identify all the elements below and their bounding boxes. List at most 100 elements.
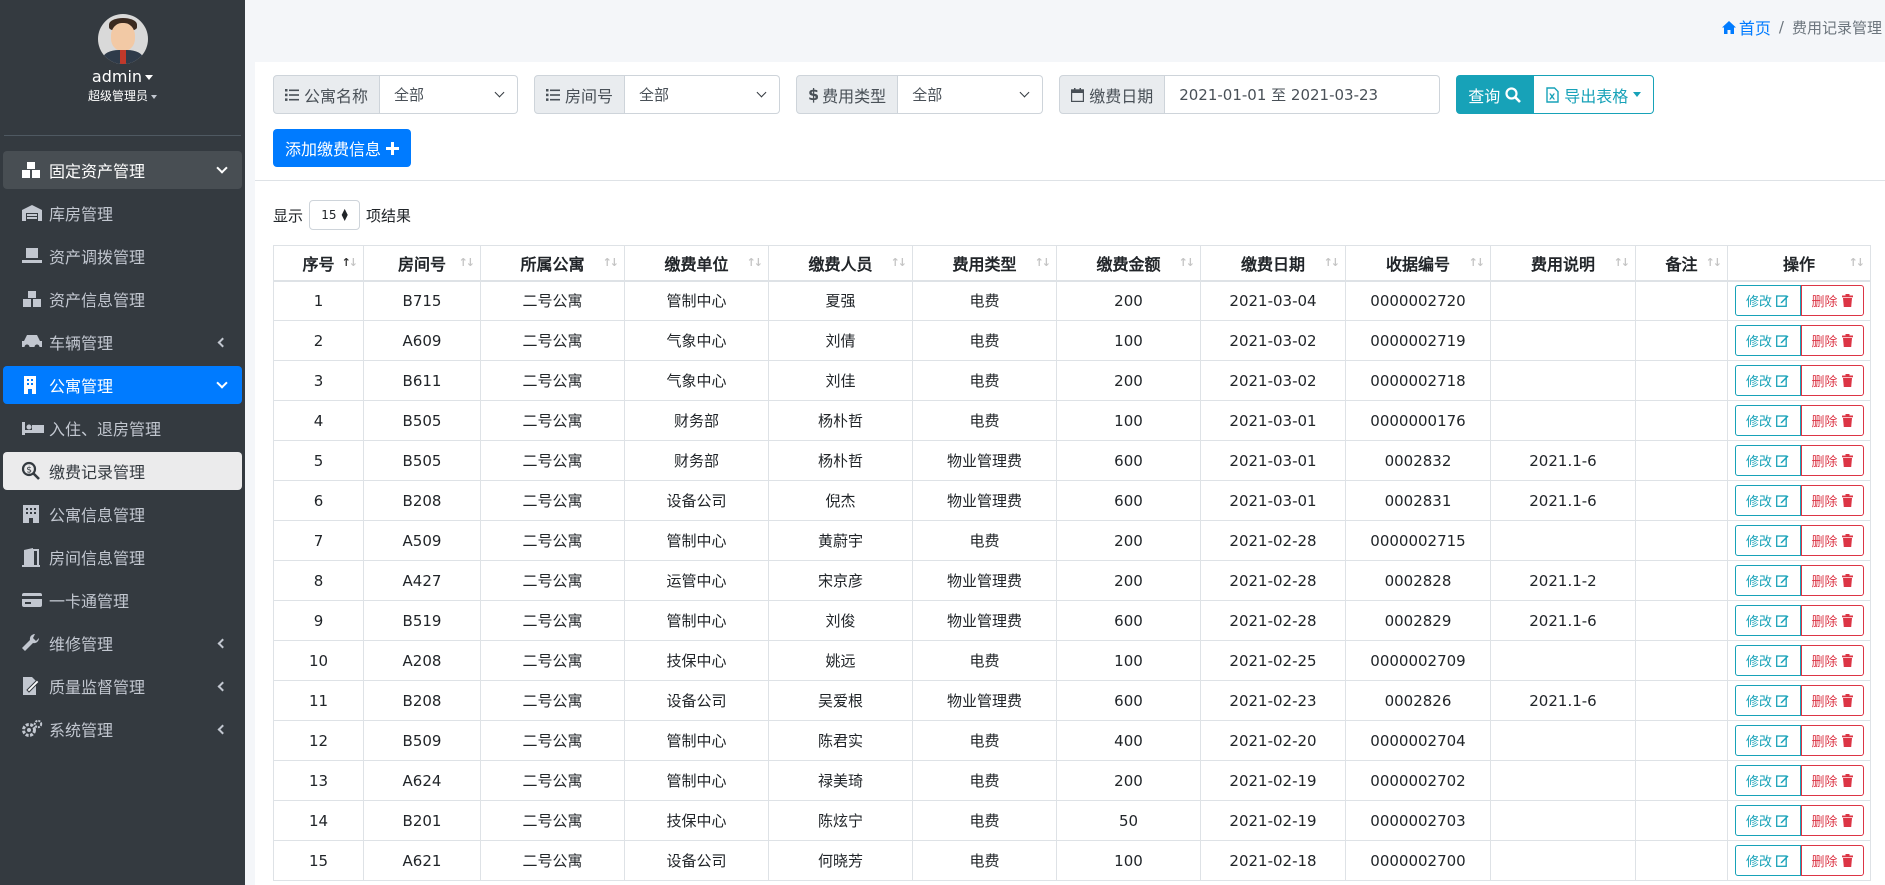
breadcrumb-home-link[interactable]: 首页 [1721,15,1771,39]
delete-button[interactable]: 删除 [1800,485,1864,516]
table-cell: 物业管理费 [912,560,1057,601]
sidebar-item-vehicles[interactable]: 车辆管理 [3,323,242,361]
table-cell [1490,360,1636,401]
sidebar-item-fixed-assets[interactable]: 固定资产管理 [3,151,242,189]
room-select[interactable]: 全部 [625,75,781,114]
trash-icon [1841,374,1853,387]
sidebar-item-maintenance[interactable]: 维修管理 [3,624,242,662]
column-header[interactable]: 收据编号 ↑↓ [1345,245,1491,282]
table-cell-actions: 修改 删除 [1727,480,1871,521]
table-cell: B611 [363,360,481,401]
column-header[interactable]: 房间号 ↑↓ [363,245,481,282]
delete-button[interactable]: 删除 [1800,605,1864,636]
sidebar-item-room-info[interactable]: 房间信息管理 [3,538,242,576]
edit-button[interactable]: 修改 [1734,405,1801,436]
edit-button[interactable]: 修改 [1734,285,1801,317]
column-header[interactable]: 序号 ↑↓ [273,245,364,282]
edit-button[interactable]: 修改 [1734,765,1801,796]
sidebar-item-asset-transfer[interactable]: 资产调拨管理 [3,237,242,275]
table-row: 1 B715 二号公寓 管制中心 夏强 电费 200 2021-03-04 0000002720… [273,280,1871,321]
table-cell: 2021-02-18 [1200,840,1346,881]
sidebar-item-warehouse[interactable]: 库房管理 [3,194,242,232]
table-cell-actions: 修改 删除 [1727,640,1871,681]
table-cell: 电费 [912,400,1057,441]
apartment-select[interactable]: 全部 [380,75,519,114]
delete-button[interactable]: 删除 [1800,725,1864,756]
column-header[interactable]: 缴费单位 ↑↓ [624,245,769,282]
edit-button[interactable]: 修改 [1734,485,1801,516]
edit-button[interactable]: 修改 [1734,845,1801,876]
table-cell: 气象中心 [624,360,769,401]
edit-button[interactable]: 修改 [1734,725,1801,756]
edit-button[interactable]: 修改 [1734,685,1801,716]
avatar[interactable] [97,14,148,64]
edit-button[interactable]: 修改 [1734,365,1801,396]
table-cell: 3 [273,360,364,401]
delete-button[interactable]: 删除 [1800,845,1864,876]
sidebar-item-apartment-info[interactable]: 公寓信息管理 [3,495,242,533]
divider [255,180,1885,181]
column-header[interactable]: 缴费金额 ↑↓ [1056,245,1201,282]
edit-button[interactable]: 修改 [1734,445,1801,476]
table-cell: 2021-03-02 [1200,360,1346,401]
table-row: 5 B505 二号公寓 财务部 杨朴哲 物业管理费 600 2021-03-01 0002832… [273,440,1871,481]
table-cell: B509 [363,720,481,761]
delete-button[interactable]: 删除 [1800,525,1864,556]
sidebar-item-payment-records[interactable]: $ 缴费记录管理 [3,452,242,490]
delete-button[interactable]: 删除 [1800,765,1864,796]
column-header[interactable]: 费用类型 ↑↓ [912,245,1057,282]
fee-type-filter: $ 费用类型 全部 [796,75,1044,114]
column-header[interactable]: 操作 ↑↓ [1727,245,1871,282]
delete-button[interactable]: 删除 [1800,645,1864,676]
sidebar-item-checkin-checkout[interactable]: 入住、退房管理 [3,409,242,447]
sidebar-item-label: 公寓管理 [49,377,114,396]
table-cell-actions: 修改 删除 [1727,520,1871,561]
table-cell: 200 [1056,360,1201,401]
page-size-select[interactable]: 15 ▲ ▼ [309,200,361,230]
delete-button[interactable]: 删除 [1800,325,1864,356]
role-menu-toggle[interactable]: 超级管理员 [4,87,241,104]
column-header[interactable]: 备注 ↑↓ [1635,245,1728,282]
sidebar-item-system[interactable]: 系统管理 [3,710,242,748]
edit-button[interactable]: 修改 [1734,605,1801,636]
row-actions: 修改 删除 [1729,645,1870,676]
add-payment-button[interactable]: 添加缴费信息 [273,129,412,167]
sidebar-item-quality[interactable]: 质量监督管理 [3,667,242,705]
edit-button[interactable]: 修改 [1734,325,1801,356]
edit-button[interactable]: 修改 [1734,805,1801,836]
date-range-input[interactable]: 2021-01-01 至 2021-03-23 [1165,75,1441,114]
delete-button[interactable]: 删除 [1800,805,1864,836]
query-button[interactable]: 查询 [1456,75,1534,114]
trash-icon [1841,814,1853,827]
delete-button[interactable]: 删除 [1800,445,1864,476]
table-row: 10 A208 二号公寓 技保中心 姚远 电费 100 2021-02-25 000000270… [273,640,1871,681]
sidebar-item-apartments[interactable]: 公寓管理 [3,366,242,404]
delete-button[interactable]: 删除 [1800,365,1864,396]
fee-type-select[interactable]: 全部 [898,75,1044,114]
breadcrumb: 首页 / 费用记录管理 [1721,15,1882,39]
column-header[interactable]: 缴费日期 ↑↓ [1200,245,1346,282]
edit-button[interactable]: 修改 [1734,565,1801,596]
edit-button[interactable]: 修改 [1734,645,1801,676]
delete-button[interactable]: 删除 [1800,405,1864,436]
column-header[interactable]: 费用说明 ↑↓ [1490,245,1636,282]
user-menu-toggle[interactable]: admin [4,67,241,86]
sort-icon: ↑↓ [890,256,908,269]
column-header[interactable]: 缴费人员 ↑↓ [768,245,913,282]
delete-button[interactable]: 删除 [1800,565,1864,596]
chevron-down-icon [216,377,228,389]
sidebar-item-asset-info[interactable]: 资产信息管理 [3,280,242,318]
filter-bar: 公寓名称 全部 房间号 全部 $ 费用类型 全部 缴费日期 2021-01-01… [273,75,1655,114]
delete-button[interactable]: 删除 [1800,685,1864,716]
edit-button[interactable]: 修改 [1734,525,1801,556]
export-dropdown-button[interactable]: X 导出表格 [1533,75,1655,114]
table-cell: 7 [273,520,364,561]
sidebar-item-label: 房间信息管理 [49,549,146,568]
column-header-label: 缴费日期 [1240,254,1305,274]
column-header[interactable]: 所属公寓 ↑↓ [480,245,625,282]
row-actions: 修改 删除 [1729,445,1870,476]
sidebar-item-card[interactable]: 一卡通管理 [3,581,242,619]
table-cell [1635,280,1728,321]
table-row: 11 B208 二号公寓 设备公司 吴爱根 物业管理费 600 2021-02-23 00028… [273,680,1871,721]
delete-button[interactable]: 删除 [1800,285,1864,317]
